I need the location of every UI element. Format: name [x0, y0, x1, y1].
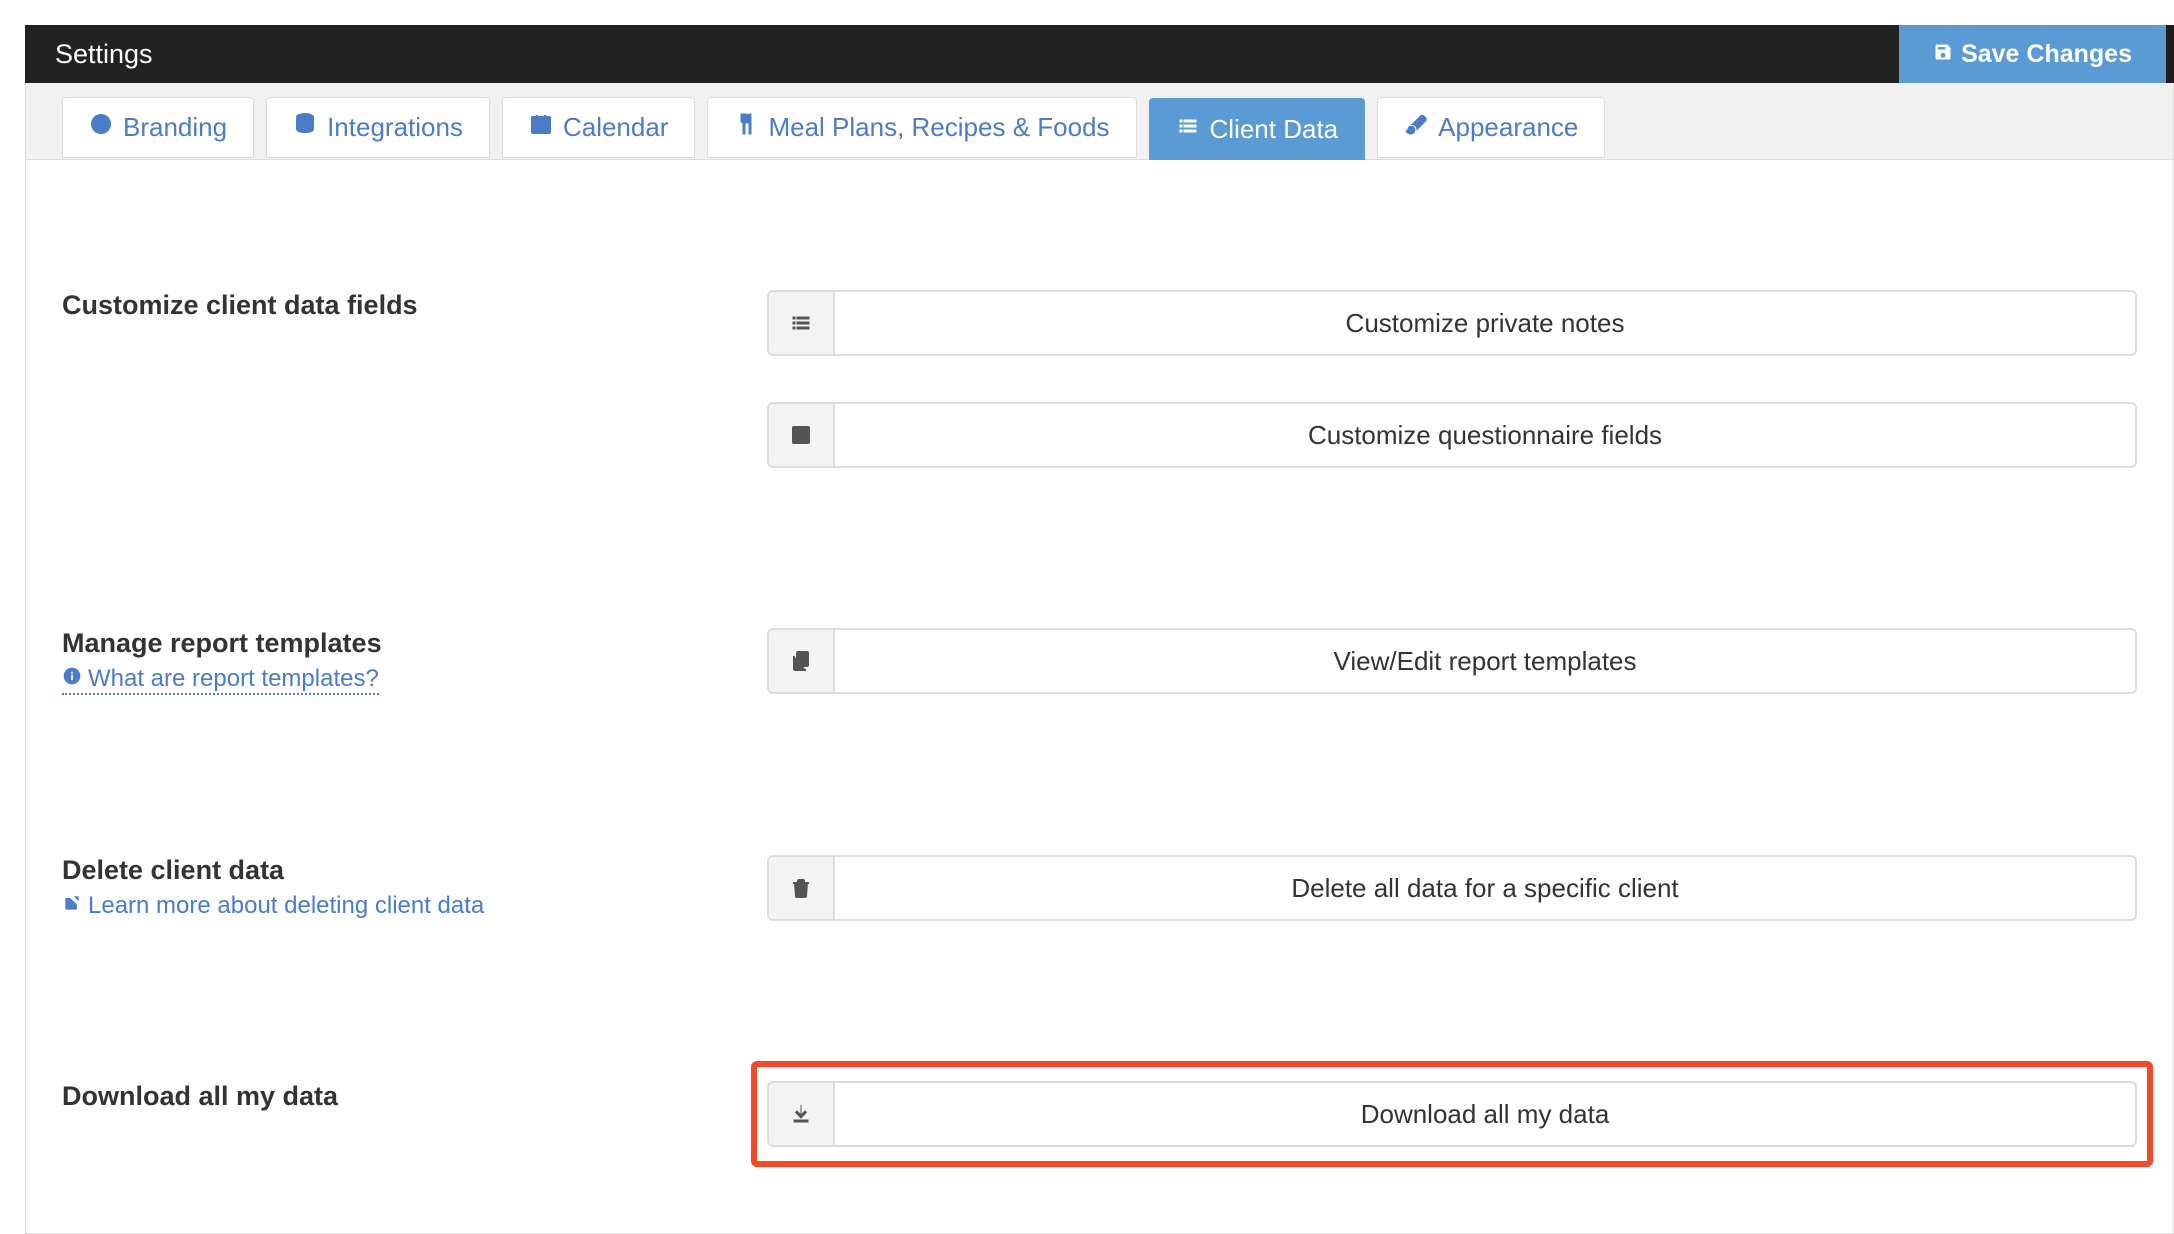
download-icon: [769, 1083, 835, 1145]
edit-icon: [769, 404, 835, 466]
help-link-label: What are report templates?: [88, 665, 379, 693]
calendar-icon: [529, 112, 553, 143]
trash-icon: [769, 857, 835, 919]
tab-label: Branding: [123, 112, 227, 143]
help-link-report-templates[interactable]: What are report templates?: [62, 665, 379, 695]
download-all-data-button[interactable]: Download all my data: [767, 1081, 2137, 1147]
section-heading: Customize client data fields: [62, 290, 418, 320]
section-delete-client-data: Delete client data Learn more about dele…: [62, 855, 2137, 921]
save-button-label: Save Changes: [1961, 40, 2132, 69]
customize-private-notes-button[interactable]: Customize private notes: [767, 290, 2137, 356]
section-report-templates: Manage report templates What are report …: [62, 628, 2137, 695]
list-icon: [769, 292, 835, 354]
save-icon: [1933, 40, 1953, 69]
button-label: Customize questionnaire fields: [835, 404, 2135, 466]
tab-content: Customize client data fields Customize p…: [25, 160, 2174, 1234]
external-link-icon: [62, 892, 82, 920]
save-changes-button[interactable]: Save Changes: [1899, 25, 2166, 83]
section-label: Manage report templates What are report …: [62, 628, 767, 695]
delete-client-data-button[interactable]: Delete all data for a specific client: [767, 855, 2137, 921]
section-label: Delete client data Learn more about dele…: [62, 855, 767, 920]
brush-icon: [1404, 112, 1428, 143]
tab-label: Appearance: [1438, 112, 1578, 143]
info-icon: [62, 665, 82, 693]
tab-integrations[interactable]: Integrations: [266, 97, 490, 158]
database-icon: [293, 112, 317, 143]
section-heading: Manage report templates: [62, 628, 382, 658]
section-label: Customize client data fields: [62, 290, 767, 321]
section-download-data: Download all my data Download all my dat…: [62, 1081, 2137, 1147]
section-label: Download all my data: [62, 1081, 767, 1112]
utensils-icon: [734, 112, 758, 143]
files-icon: [769, 630, 835, 692]
button-label: Customize private notes: [835, 292, 2135, 354]
section-heading: Delete client data: [62, 855, 284, 885]
view-edit-report-templates-button[interactable]: View/Edit report templates: [767, 628, 2137, 694]
button-label: Download all my data: [835, 1083, 2135, 1145]
button-label: Delete all data for a specific client: [835, 857, 2135, 919]
copyright-icon: [89, 112, 113, 143]
highlight-box: Download all my data: [751, 1061, 2153, 1167]
tab-meal-plans[interactable]: Meal Plans, Recipes & Foods: [707, 97, 1136, 158]
section-customize: Customize client data fields Customize p…: [62, 290, 2137, 468]
section-heading: Download all my data: [62, 1081, 338, 1111]
button-label: View/Edit report templates: [835, 630, 2135, 692]
tab-label: Calendar: [563, 112, 669, 143]
page-title: Settings: [55, 39, 153, 70]
tab-label: Integrations: [327, 112, 463, 143]
tab-calendar[interactable]: Calendar: [502, 97, 696, 158]
tab-client-data[interactable]: Client Data: [1149, 98, 1366, 160]
tabs-row: Branding Integrations Calendar Meal Plan…: [25, 83, 2174, 160]
tab-label: Client Data: [1210, 114, 1339, 145]
tab-label: Meal Plans, Recipes & Foods: [768, 112, 1109, 143]
tab-branding[interactable]: Branding: [62, 97, 254, 158]
settings-header: Settings Save Changes: [25, 25, 2174, 83]
list-icon: [1176, 114, 1200, 145]
tab-appearance[interactable]: Appearance: [1377, 97, 1605, 158]
help-link-delete-client-data[interactable]: Learn more about deleting client data: [62, 892, 484, 920]
help-link-label: Learn more about deleting client data: [88, 892, 484, 920]
customize-questionnaire-button[interactable]: Customize questionnaire fields: [767, 402, 2137, 468]
